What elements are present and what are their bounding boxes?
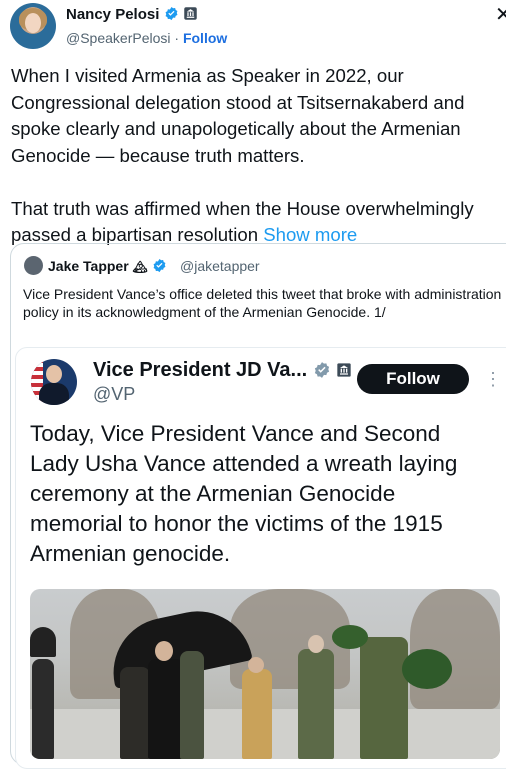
close-icon[interactable]: ✕: [495, 2, 506, 27]
tweet-text-line: passed a bipartisan resolution: [11, 224, 259, 245]
embedded-text-line: Armenian genocide.: [30, 541, 231, 566]
embedded-text-line: ceremony at the Armenian Genocide: [30, 481, 396, 506]
author-name[interactable]: Nancy Pelosi: [66, 6, 159, 23]
ceremony-photo: [30, 589, 500, 759]
mountain-badge-icon: 🏔: [132, 260, 148, 274]
embedded-author-handle: @VP: [93, 384, 136, 404]
embedded-text-line: Today, Vice President Vance and Second: [30, 421, 441, 446]
separator-dot: ·: [174, 30, 180, 46]
embedded-follow-button: Follow: [357, 364, 469, 394]
author-name-row: Nancy Pelosi: [66, 6, 198, 23]
author-handle[interactable]: @SpeakerPelosi: [66, 30, 171, 46]
verified-badge-icon: [165, 6, 177, 21]
embedded-text-line: Lady Usha Vance attended a wreath laying: [30, 451, 458, 476]
follow-link[interactable]: Follow: [183, 30, 227, 46]
tweet-text-line: When I visited Armenia as Speaker in 202…: [11, 65, 404, 86]
embedded-author-name: Vice President JD Va...: [93, 359, 308, 381]
quoted-author-row: Jake Tapper 🏔: [48, 258, 167, 274]
embedded-tweet-text: Today, Vice President Vance and Second L…: [30, 419, 500, 569]
gov-verified-badge-icon: [314, 362, 329, 378]
government-badge-icon: [183, 7, 197, 20]
embedded-text-line: memorial to honor the victims of the 191…: [30, 511, 443, 536]
tweet-text-line: Congressional delegation stood at Tsitse…: [11, 91, 465, 113]
quoted-tweet-text: Vice President Vance’s office deleted th…: [23, 286, 502, 320]
author-handle-row: @SpeakerPelosi · Follow: [66, 30, 227, 46]
show-more-link[interactable]: Show more: [263, 224, 357, 245]
tweet-text-line: Genocide — because truth matters.: [11, 144, 305, 166]
tweet-text-line: spoke clearly and unapologetically about…: [11, 118, 461, 139]
government-badge-icon: [337, 363, 351, 377]
quoted-author-handle: @jaketapper: [180, 258, 260, 274]
jake-tapper-avatar: [24, 256, 43, 275]
tweet-text-spacer: [11, 169, 506, 196]
tweet-text-line: That truth was affirmed when the House o…: [11, 197, 474, 219]
quoted-author-name: Jake Tapper: [48, 258, 129, 274]
tweet-text: When I visited Armenia as Speaker in 202…: [11, 63, 506, 249]
vice-president-avatar: [31, 359, 77, 405]
verified-badge-icon: [153, 258, 166, 273]
nancy-pelosi-avatar[interactable]: [10, 3, 56, 49]
embedded-author-row: Vice President JD Va...: [93, 359, 352, 382]
more-options-icon: ⋮: [484, 369, 502, 389]
